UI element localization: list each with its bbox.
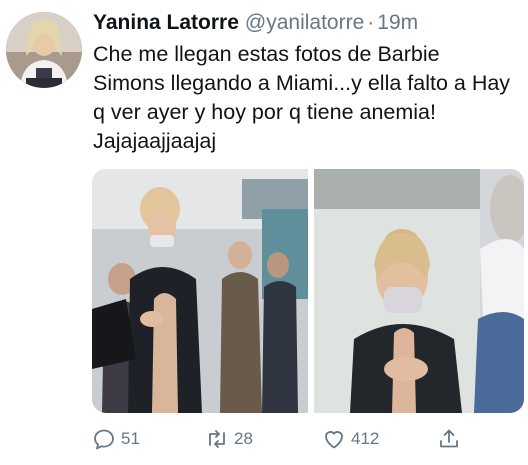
retweet-icon [209,430,225,448]
tweet-photo-2[interactable] [314,169,524,413]
tweet-text-line: q ver ayer y hoy por q tiene anemia! [93,100,436,124]
tweet-text: Che me llegan estas fotos de Barbie Simo… [93,40,523,156]
author-name[interactable]: Yanina Latorre [93,11,239,34]
like-count: 412 [351,429,380,448]
heart-icon [325,431,343,449]
author-avatar[interactable] [6,12,82,88]
retweet-count: 28 [234,429,253,448]
avatar-image [6,12,82,88]
tweet-actions: 51 28 412 [92,424,462,454]
tweet-media [92,169,524,413]
retweet-button[interactable]: 28 [205,427,253,451]
tweet-photo-1[interactable] [92,169,308,413]
airport-photo-image [92,169,308,413]
share-icon [440,429,458,448]
tweet-timestamp[interactable]: 19m [377,11,418,34]
closeup-photo-image [314,169,524,413]
reply-icon [94,429,114,450]
tweet-header: Yanina Latorre @yanilatorre · 19m [93,8,418,38]
tweet-text-line: Che me llegan estas fotos de Barbie [93,42,440,66]
reply-count: 51 [121,429,140,448]
tweet-text-line: Jajajaajjaajaj [93,129,217,153]
tweet-text-line: Simons llegando a Miami...y ella falto a… [93,71,511,95]
like-button[interactable]: 412 [322,427,379,451]
reply-button[interactable]: 51 [92,427,140,451]
author-handle[interactable]: @yanilatorre [245,11,364,34]
header-separator: · [367,11,375,34]
share-button[interactable] [437,427,461,451]
tweet[interactable]: Yanina Latorre @yanilatorre · 19m Che me ll… [0,0,528,465]
